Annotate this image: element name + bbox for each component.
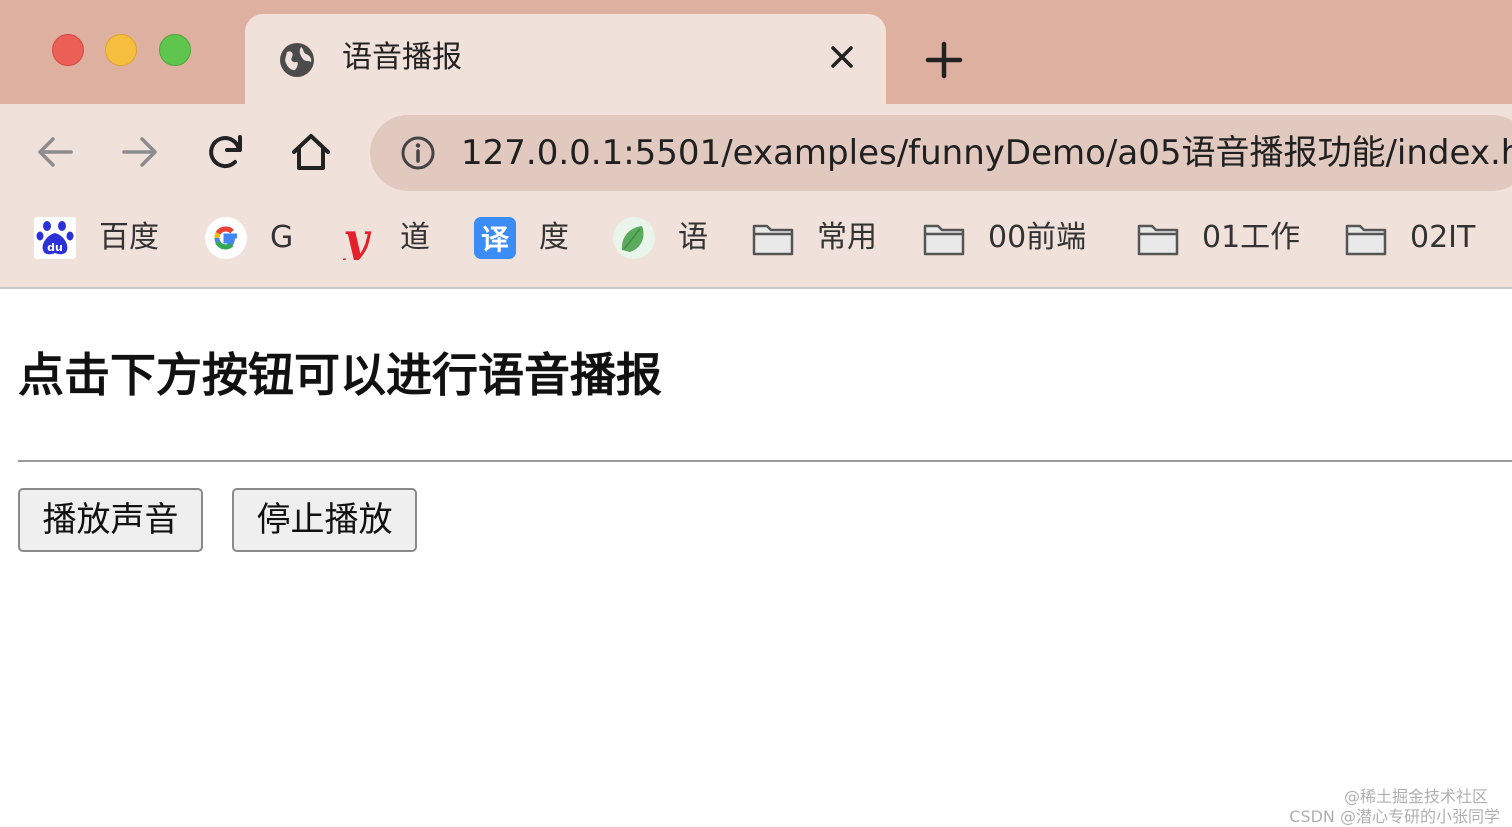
- svg-text:du: du: [47, 241, 63, 254]
- globe-icon: [280, 43, 314, 77]
- green-leaf-icon: [612, 216, 656, 260]
- bookmark-label: 道: [400, 220, 430, 255]
- browser-chrome: 语音播报 127.0.0.1:5501/examples/funnyDemo/a…: [0, 0, 1512, 289]
- bookmark-label: 00前端: [988, 220, 1087, 255]
- folder-icon: [922, 216, 966, 260]
- url-text: 127.0.0.1:5501/examples/funnyDemo/a05语音播…: [461, 133, 1512, 173]
- bookmark-folder-it[interactable]: 02IT: [1344, 214, 1475, 262]
- bookmark-label: 度: [539, 220, 569, 255]
- bookmark-label: 语: [678, 220, 708, 255]
- baidu-icon: du: [33, 216, 77, 260]
- window-minimize-button[interactable]: [105, 34, 137, 66]
- window-close-button[interactable]: [52, 34, 84, 66]
- google-icon: [204, 216, 248, 260]
- watermark-csdn: CSDN @潜心专研的小张同学: [1289, 807, 1500, 826]
- bookmark-leaf[interactable]: 语: [612, 214, 708, 262]
- translate-icon: 译: [473, 216, 517, 260]
- bookmark-translate[interactable]: 译 度: [473, 214, 569, 262]
- bookmark-folder-work[interactable]: 01工作: [1136, 214, 1300, 262]
- horizontal-rule: [18, 460, 1512, 462]
- page-content: 点击下方按钮可以进行语音播报 播放声音 停止播放: [0, 289, 1512, 827]
- tab-title: 语音播报: [342, 40, 462, 75]
- bookmark-folder-frontend[interactable]: 00前端: [922, 214, 1086, 262]
- bookmark-baidu[interactable]: du 百度: [33, 214, 159, 262]
- bookmark-label: 常用: [817, 220, 877, 255]
- page-title: 点击下方按钮可以进行语音播报: [18, 348, 662, 402]
- address-bar[interactable]: 127.0.0.1:5501/examples/funnyDemo/a05语音播…: [370, 115, 1512, 191]
- bookmark-youdao[interactable]: y 道: [334, 214, 430, 262]
- plus-icon[interactable]: [922, 38, 966, 82]
- folder-icon: [1136, 216, 1180, 260]
- svg-text:y: y: [342, 216, 372, 260]
- close-icon[interactable]: [827, 42, 857, 72]
- back-arrow-icon[interactable]: [33, 130, 77, 174]
- bookmark-folder-common[interactable]: 常用: [751, 214, 877, 262]
- folder-icon: [1344, 216, 1388, 260]
- folder-icon: [751, 216, 795, 260]
- tab-strip: 语音播报: [0, 0, 1512, 106]
- bookmark-google[interactable]: G: [204, 214, 293, 262]
- bookmark-label: G: [270, 220, 294, 255]
- svg-text:译: 译: [481, 223, 510, 256]
- active-tab[interactable]: 语音播报: [245, 14, 886, 106]
- bookmark-label: 01工作: [1202, 220, 1301, 255]
- window-maximize-button[interactable]: [159, 34, 191, 66]
- home-icon[interactable]: [289, 130, 333, 174]
- stop-playback-button[interactable]: 停止播放: [232, 488, 417, 552]
- play-sound-button[interactable]: 播放声音: [18, 488, 203, 552]
- reload-icon[interactable]: [204, 130, 248, 174]
- bookmark-label: 百度: [99, 220, 159, 255]
- youdao-icon: y: [334, 216, 378, 260]
- info-icon[interactable]: [400, 135, 436, 171]
- bookmark-label: 02IT: [1410, 220, 1476, 255]
- forward-arrow-icon[interactable]: [118, 130, 162, 174]
